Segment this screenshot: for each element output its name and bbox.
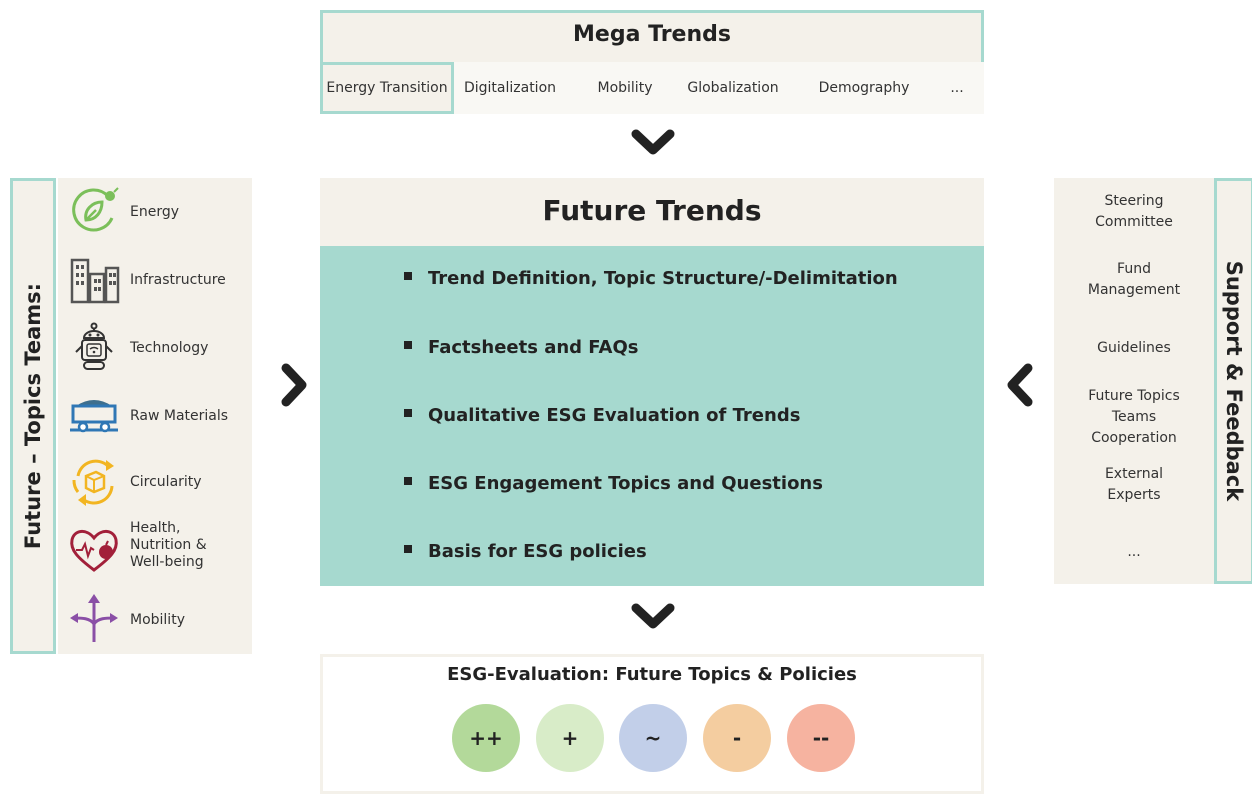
topic-raw-materials: Raw Materials: [68, 390, 252, 450]
support-item: Steering Committee: [1095, 193, 1173, 230]
energy-leaf-plug-icon: [68, 186, 120, 238]
chevron-down-icon: [630, 602, 676, 632]
support-item: ...: [1127, 544, 1141, 560]
rating-plus: +: [536, 704, 604, 772]
chevron-left-icon: [1004, 362, 1036, 408]
mega-trends-list: Energy Transition Digitalization Mobilit…: [320, 62, 984, 114]
mine-cart-icon: [68, 390, 120, 442]
topic-label: Infrastructure: [130, 272, 226, 288]
topic-label: Circularity: [130, 474, 202, 490]
future-trend-text: Trend Definition, Topic Structure/-Delim…: [428, 268, 898, 289]
support-item: External Experts: [1104, 466, 1164, 503]
future-trends-title: Future Trends: [542, 194, 762, 227]
robot-icon: [68, 322, 120, 374]
buildings-icon: [68, 254, 120, 306]
chevron-down-icon: [630, 128, 676, 158]
topic-label: Health, Nutrition & Well-being: [130, 520, 207, 570]
heart-food-icon: [68, 524, 120, 576]
rating-minus: -: [703, 704, 771, 772]
support-item: Future Topics Teams Cooperation: [1088, 388, 1180, 446]
topic-label: Raw Materials: [130, 408, 229, 424]
topic-label: Technology: [130, 340, 209, 356]
bullet-square-icon: [404, 272, 412, 280]
topic-technology: Technology: [68, 322, 252, 382]
chevron-right-icon: [278, 362, 310, 408]
future-trend-item: Qualitative ESG Evaluation of Trends: [404, 405, 800, 426]
bullet-square-icon: [404, 409, 412, 417]
split-arrows-icon: [68, 594, 120, 646]
recycle-box-icon: [68, 456, 120, 508]
rating-neutral: ~: [619, 704, 687, 772]
future-trend-text: Qualitative ESG Evaluation of Trends: [428, 405, 801, 426]
rating-double-plus: ++: [452, 704, 520, 772]
future-trend-item: Factsheets and FAQs: [404, 337, 638, 358]
topics-teams-label: Future – Topics Teams:: [21, 282, 45, 550]
topic-infrastructure: Infrastructure: [68, 254, 252, 314]
support-item: Fund Management: [1087, 261, 1181, 298]
right-bar-label-wrap: Support & Feedback: [1214, 178, 1252, 584]
support-panel: [1054, 178, 1214, 584]
bullet-square-icon: [404, 545, 412, 553]
support-feedback-label: Support & Feedback: [1222, 260, 1246, 502]
future-trend-text: Factsheets and FAQs: [428, 337, 639, 358]
esg-evaluation-title: ESG-Evaluation: Future Topics & Policies: [447, 664, 857, 685]
topic-health: Health, Nutrition & Well-being: [68, 520, 252, 584]
left-bar-label-wrap: Future – Topics Teams:: [10, 178, 56, 654]
future-trend-text: Basis for ESG policies: [428, 541, 647, 562]
mega-trend-globalization: Globalization: [687, 80, 779, 96]
future-trend-item: ESG Engagement Topics and Questions: [404, 473, 823, 494]
future-trend-text: ESG Engagement Topics and Questions: [428, 473, 823, 494]
mega-trend-more: ...: [950, 80, 964, 96]
mega-trend-demography: Demography: [818, 80, 910, 96]
mega-trends-title: Mega Trends: [573, 22, 731, 47]
topic-label: Energy: [130, 204, 180, 220]
topic-label: Mobility: [130, 612, 185, 628]
mega-trend-energy-transition: Energy Transition: [320, 62, 454, 114]
rating-double-minus: --: [787, 704, 855, 772]
mega-trend-mobility: Mobility: [597, 80, 653, 96]
mega-trend-digitalization: Digitalization: [463, 80, 557, 96]
topic-circularity: Circularity: [68, 456, 252, 516]
future-trend-item: Basis for ESG policies: [404, 541, 647, 562]
future-trend-item: Trend Definition, Topic Structure/-Delim…: [404, 268, 898, 289]
bullet-square-icon: [404, 477, 412, 485]
support-item: Guidelines: [1097, 340, 1171, 356]
bullet-square-icon: [404, 341, 412, 349]
topic-energy: Energy: [68, 186, 252, 246]
topic-mobility: Mobility: [68, 594, 252, 654]
